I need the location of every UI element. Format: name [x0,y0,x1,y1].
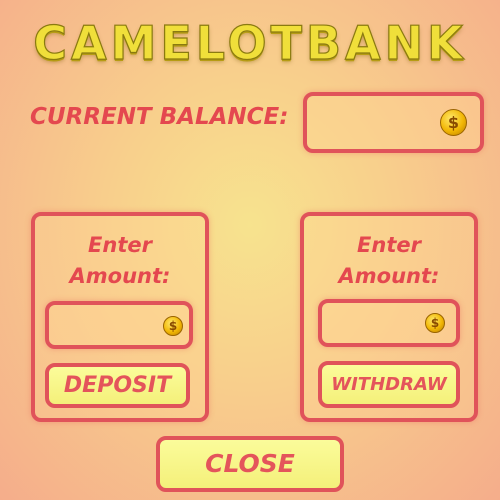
bank-title: CAMELOTBANK [33,15,467,70]
withdraw-button[interactable]: WITHDRAW [318,361,460,408]
deposit-prompt: Enter Amount: [35,230,205,292]
withdraw-prompt-line2: Amount: [338,264,440,288]
deposit-button[interactable]: DEPOSIT [45,363,190,408]
withdraw-prompt: Enter Amount: [304,230,474,292]
deposit-prompt-line2: Amount: [69,264,171,288]
deposit-prompt-line1: Enter [88,233,152,257]
deposit-amount-input[interactable]: $ [45,301,193,349]
withdraw-amount-input[interactable]: $ [318,299,460,347]
close-button[interactable]: CLOSE [156,436,344,492]
withdraw-prompt-line1: Enter [357,233,421,257]
current-balance-display: $ [303,92,484,153]
current-balance-label: CURRENT BALANCE: [30,104,289,130]
coin-icon: $ [425,313,445,333]
coin-icon: $ [163,316,183,336]
coin-icon: $ [440,109,467,136]
